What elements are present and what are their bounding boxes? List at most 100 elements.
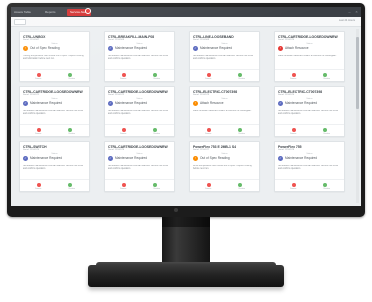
- dismiss-label[interactable]: Dismiss: [35, 133, 41, 135]
- card-status-label: Maintenance Required: [115, 156, 148, 160]
- card-footer: Dismiss Resolve: [105, 179, 174, 191]
- card-subtitle: Serial: 123-4577: [193, 149, 210, 151]
- dismiss-icon[interactable]: [122, 128, 126, 132]
- card-status-label: Maintenance Required: [285, 101, 318, 105]
- alert-card[interactable]: CTRL-BREAKFILL-MAIN-F08 Serial: 123-4568…: [104, 31, 175, 82]
- dismiss-label[interactable]: Dismiss: [120, 78, 126, 80]
- dismiss-icon[interactable]: [37, 183, 41, 187]
- alert-card[interactable]: CTRL-ELECTRIC-CT007398 Serial: 123-4573 …: [189, 86, 260, 137]
- dismiss-label[interactable]: Dismiss: [290, 133, 296, 135]
- card-footer: Dismiss Resolve: [105, 124, 174, 136]
- dismiss-icon[interactable]: [292, 73, 296, 77]
- resolve-icon[interactable]: [153, 183, 157, 187]
- card-footer: Dismiss Resolve: [190, 69, 259, 81]
- title-bar: Assets Table Reports Service Alerts – ×: [11, 7, 361, 17]
- card-description: Scheduled maintenance interval reached. …: [23, 165, 84, 171]
- resolve-icon[interactable]: [323, 73, 327, 77]
- card-status-label: Maintenance Required: [200, 46, 233, 50]
- alert-card[interactable]: CTRL-SWITCH Serial: 123-4575 Status ✓ Ma…: [19, 141, 90, 192]
- resolve-label[interactable]: Resolve: [154, 188, 161, 190]
- card-footer: Dismiss Resolve: [275, 69, 344, 81]
- resolve-icon[interactable]: [68, 183, 72, 187]
- resolve-icon[interactable]: [238, 73, 242, 77]
- dismiss-icon[interactable]: [207, 73, 211, 77]
- alert-card[interactable]: CTRL-UNBOX Serial: 123-4567 Status ! Out…: [19, 31, 90, 82]
- resolve-icon[interactable]: [153, 73, 157, 77]
- wrench-icon: ✓: [193, 46, 198, 51]
- resolve-icon[interactable]: [68, 73, 72, 77]
- filter-input[interactable]: [14, 19, 26, 25]
- resolve-label[interactable]: Resolve: [239, 133, 246, 135]
- resolve-label[interactable]: Resolve: [324, 188, 331, 190]
- dismiss-label[interactable]: Dismiss: [35, 188, 41, 190]
- resolve-icon[interactable]: [238, 128, 242, 132]
- resolve-icon[interactable]: [68, 128, 72, 132]
- tab-assets[interactable]: Assets Table: [14, 9, 31, 16]
- alert-card[interactable]: CTRL-CARTRIDGE-LOOSEDOWNRW Serial: 123-4…: [104, 141, 175, 192]
- dismiss-label[interactable]: Dismiss: [120, 133, 126, 135]
- card-description: Scheduled maintenance interval reached. …: [278, 110, 339, 116]
- dismiss-label[interactable]: Dismiss: [290, 188, 296, 190]
- resolve-label[interactable]: Resolve: [69, 133, 76, 135]
- alert-card[interactable]: CTRL-CARTRIDGE-LOOSEDOWNRW Serial: 123-4…: [104, 86, 175, 137]
- time-range-selector[interactable]: Last 24 Hours: [339, 19, 355, 22]
- card-section-label: Status: [306, 43, 313, 45]
- scrollbar-thumb[interactable]: [356, 37, 359, 109]
- dismiss-icon[interactable]: [292, 128, 296, 132]
- dismiss-label[interactable]: Dismiss: [290, 78, 296, 80]
- resolve-label[interactable]: Resolve: [154, 78, 161, 80]
- card-subtitle: Serial: 123-4571: [23, 94, 40, 96]
- alert-card[interactable]: PowerFlex 753 E 2MB-1 S4 Serial: 123-457…: [189, 141, 260, 192]
- card-status: ! Attach Resource: [193, 101, 256, 107]
- card-status: ✓ Maintenance Required: [278, 101, 341, 107]
- dismiss-label[interactable]: Dismiss: [120, 188, 126, 190]
- resolve-icon[interactable]: [238, 183, 242, 187]
- resolve-label[interactable]: Resolve: [69, 78, 76, 80]
- resolve-icon[interactable]: [323, 128, 327, 132]
- dismiss-icon[interactable]: [37, 73, 41, 77]
- card-status: ✓ Maintenance Required: [108, 101, 171, 107]
- alert-icon: !: [193, 101, 198, 106]
- card-footer: Dismiss Resolve: [190, 179, 259, 191]
- resolve-label[interactable]: Resolve: [154, 133, 161, 135]
- card-section-label: Status: [306, 98, 313, 100]
- dismiss-label[interactable]: Dismiss: [205, 78, 211, 80]
- card-description: Scheduled maintenance interval reached. …: [108, 110, 169, 116]
- alert-card[interactable]: CTRL-CARTRIDGE-LOOSEDOWNRW Serial: 123-4…: [19, 86, 90, 137]
- warning-icon: !: [23, 46, 28, 51]
- alert-card[interactable]: CTRL-LINE-LOOSEBAND Serial: 123-4569 Sta…: [189, 31, 260, 82]
- resolve-icon[interactable]: [323, 183, 327, 187]
- alert-card[interactable]: PowerFlex 755 Serial: 123-4578 Status ✓ …: [274, 141, 345, 192]
- card-status-label: Attach Resource: [200, 101, 224, 105]
- resolve-label[interactable]: Resolve: [324, 78, 331, 80]
- monitor-stand-shadow: [162, 217, 210, 227]
- minimize-icon[interactable]: –: [347, 9, 352, 14]
- card-subtitle: Serial: 123-4576: [108, 149, 125, 151]
- dismiss-icon[interactable]: [207, 128, 211, 132]
- resolve-label[interactable]: Resolve: [239, 78, 246, 80]
- dismiss-label[interactable]: Dismiss: [205, 188, 211, 190]
- alert-card[interactable]: CTRL-CARTRIDGE-LOOSEDOWNRW Serial: 123-4…: [274, 31, 345, 82]
- alert-card[interactable]: CTRL-ELECTRIC-CT007398 Serial: 123-4574 …: [274, 86, 345, 137]
- card-footer: Dismiss Resolve: [275, 179, 344, 191]
- dismiss-label[interactable]: Dismiss: [205, 133, 211, 135]
- vertical-scrollbar[interactable]: [356, 29, 359, 203]
- close-icon[interactable]: ×: [354, 9, 359, 14]
- resolve-label[interactable]: Resolve: [239, 188, 246, 190]
- card-status: ✓ Maintenance Required: [193, 46, 256, 52]
- card-footer: Dismiss Resolve: [20, 69, 89, 81]
- resolve-icon[interactable]: [153, 128, 157, 132]
- resolve-label[interactable]: Resolve: [69, 188, 76, 190]
- dismiss-icon[interactable]: [37, 128, 41, 132]
- card-subtitle: Serial: 123-4574: [278, 94, 295, 96]
- resolve-label[interactable]: Resolve: [324, 133, 331, 135]
- card-description: Drive temperature has moved out of spec.…: [193, 165, 252, 171]
- card-section-label: Status: [306, 153, 313, 155]
- dismiss-icon[interactable]: [122, 73, 126, 77]
- card-status-label: Maintenance Required: [115, 101, 148, 105]
- dismiss-icon[interactable]: [207, 183, 211, 187]
- dismiss-label[interactable]: Dismiss: [35, 78, 41, 80]
- dismiss-icon[interactable]: [292, 183, 296, 187]
- tab-reports[interactable]: Reports: [45, 9, 56, 16]
- dismiss-icon[interactable]: [122, 183, 126, 187]
